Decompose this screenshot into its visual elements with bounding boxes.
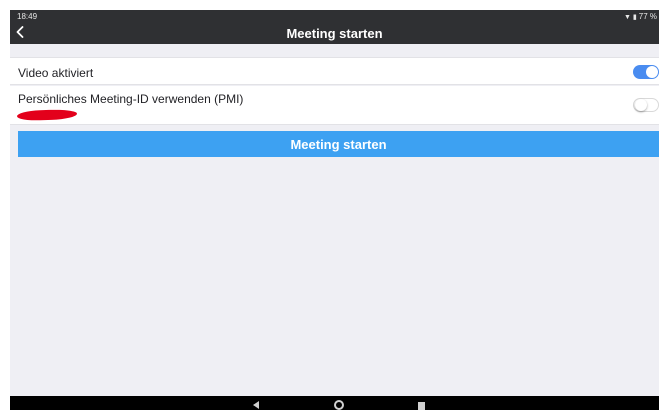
start-meeting-button[interactable]: Meeting starten [18,131,659,157]
pmi-label: Persönliches Meeting-ID verwenden (PMI) [18,92,244,106]
status-time: 18:49 [17,12,38,21]
toggle-knob [646,66,658,78]
video-toggle[interactable] [633,65,659,79]
video-label: Video aktiviert [18,66,94,80]
settings-row-pmi[interactable]: Persönliches Meeting-ID verwenden (PMI) [10,86,659,125]
recents-icon[interactable] [418,402,425,410]
android-nav-bar [10,396,659,410]
home-icon[interactable] [334,400,344,410]
redaction-mark [16,108,78,122]
status-indicators: ▼ ▮ 77 % [624,12,657,21]
pmi-toggle[interactable] [633,98,659,112]
battery-icon: ▮ [632,14,637,21]
empty-content-area [10,162,659,395]
app-screen: 18:49 ▼ ▮ 77 % Meeting starten Video aktiv… [10,10,659,410]
settings-row-video[interactable]: Video aktiviert [10,57,659,85]
page-title: Meeting starten [286,26,383,41]
toggle-knob [635,99,647,111]
header-bar: 18:49 ▼ ▮ 77 % Meeting starten [10,10,659,44]
battery-level: 77 % [638,12,657,21]
wifi-icon: ▼ [623,14,631,21]
back-icon[interactable] [253,401,259,409]
